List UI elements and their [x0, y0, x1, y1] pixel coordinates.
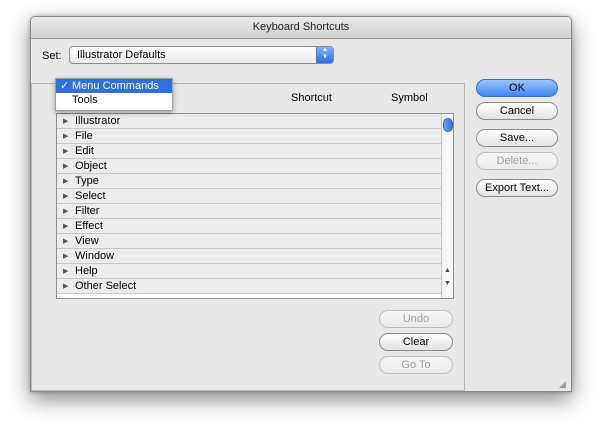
save-button[interactable]: Save...: [476, 129, 558, 147]
undo-button[interactable]: Undo: [379, 310, 453, 328]
list-item-label: Effect: [75, 220, 103, 232]
resize-grip-icon[interactable]: ◢: [559, 379, 569, 389]
list-item-label: Other Select: [75, 280, 137, 292]
vertical-scrollbar[interactable]: ▲ ▼: [441, 114, 453, 298]
cancel-button[interactable]: Cancel: [476, 102, 558, 120]
scroll-down-arrow-icon[interactable]: ▼: [442, 279, 453, 289]
list-item-label: Filter: [75, 205, 100, 217]
set-dropdown-value: Illustrator Defaults: [77, 49, 166, 61]
list-item[interactable]: ▶ Select: [57, 189, 441, 204]
disclosure-triangle-icon[interactable]: ▶: [63, 234, 68, 249]
list-item-label: Help: [75, 265, 98, 277]
list-item-label: View: [75, 235, 99, 247]
list-item-label: Illustrator: [75, 115, 121, 127]
ok-button[interactable]: OK: [476, 79, 558, 97]
scrollbar-thumb[interactable]: [443, 118, 453, 132]
list-item[interactable]: ▶ View: [57, 234, 441, 249]
keyboard-shortcuts-dialog: Keyboard Shortcuts Set: Illustrator Defa…: [30, 16, 572, 392]
list-item[interactable]: ▶ File: [57, 129, 441, 144]
list-item[interactable]: ▶ Object: [57, 159, 441, 174]
list-item-label: Object: [75, 160, 107, 172]
disclosure-triangle-icon[interactable]: ▶: [63, 189, 68, 204]
menu-option-label: Menu Commands: [72, 80, 159, 92]
up-down-arrows-icon: ▲ ▼: [316, 47, 333, 63]
menu-option-label: Tools: [72, 94, 98, 106]
list-item[interactable]: ▶ Window: [57, 249, 441, 264]
list-item[interactable]: ▶ Other Select: [57, 279, 441, 294]
list-item[interactable]: ▶ Illustrator: [57, 114, 441, 129]
disclosure-triangle-icon[interactable]: ▶: [63, 144, 68, 159]
clear-button[interactable]: Clear: [379, 333, 453, 351]
export-text-button[interactable]: Export Text...: [476, 179, 558, 197]
scroll-up-arrow-icon[interactable]: ▲: [442, 266, 453, 276]
checkmark-icon: ✓: [60, 80, 70, 92]
list-item-label: Select: [75, 190, 106, 202]
disclosure-triangle-icon[interactable]: ▶: [63, 264, 68, 279]
list-item[interactable]: ▶ Effect: [57, 219, 441, 234]
go-to-button[interactable]: Go To: [379, 356, 453, 374]
disclosure-triangle-icon[interactable]: ▶: [63, 174, 68, 189]
list-item-label: Window: [75, 250, 115, 262]
list-item[interactable]: ▶ Filter: [57, 204, 441, 219]
menu-option-menu-commands[interactable]: ✓ Menu Commands: [56, 79, 172, 93]
shortcut-type-menu: ✓ Menu Commands Tools: [55, 78, 173, 111]
delete-button[interactable]: Delete...: [476, 152, 558, 170]
list-item-label: Edit: [75, 145, 94, 157]
column-header-symbol: Symbol: [391, 92, 428, 104]
list-item-label: Type: [75, 175, 99, 187]
menu-option-tools[interactable]: Tools: [56, 93, 172, 107]
disclosure-triangle-icon[interactable]: ▶: [63, 129, 68, 144]
list-item[interactable]: ▶ Type: [57, 174, 441, 189]
disclosure-triangle-icon[interactable]: ▶: [63, 114, 68, 129]
list-item-label: File: [75, 130, 93, 142]
set-dropdown[interactable]: Illustrator Defaults ▲ ▼: [69, 46, 334, 64]
set-label: Set:: [42, 50, 62, 62]
disclosure-triangle-icon[interactable]: ▶: [63, 219, 68, 234]
commands-list: ▶ Illustrator ▶ File ▶ Edit ▶ Object ▶ Type ▶…: [56, 113, 454, 299]
disclosure-triangle-icon[interactable]: ▶: [63, 159, 68, 174]
column-header-shortcut: Shortcut: [291, 92, 332, 104]
window-title: Keyboard Shortcuts: [31, 17, 571, 39]
list-item[interactable]: ▶ Edit: [57, 144, 441, 159]
disclosure-triangle-icon[interactable]: ▶: [63, 249, 68, 264]
list-item[interactable]: ▶ Help: [57, 264, 441, 279]
disclosure-triangle-icon[interactable]: ▶: [63, 204, 68, 219]
disclosure-triangle-icon[interactable]: ▶: [63, 279, 68, 294]
